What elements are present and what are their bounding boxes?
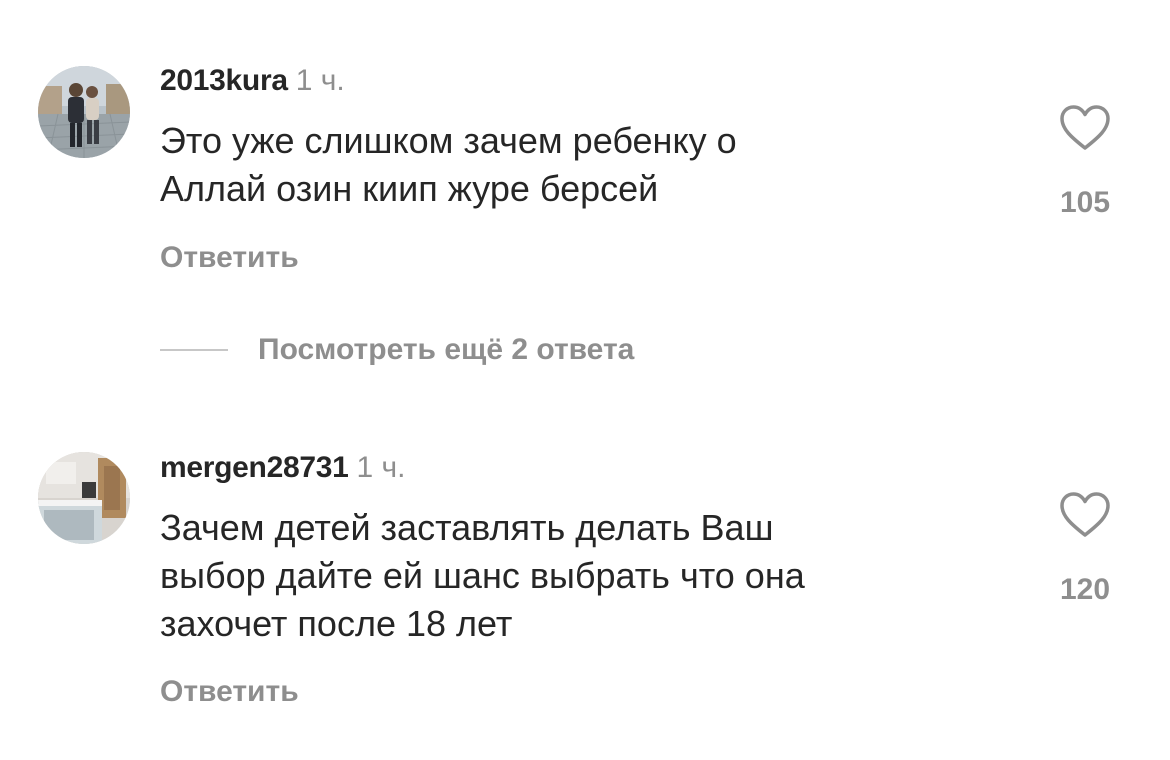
reply-button[interactable]: Ответить xyxy=(160,674,299,710)
timestamp: 1 ч. xyxy=(295,64,345,97)
comment-text-line: Аллай озин киип журе берсей xyxy=(160,168,659,209)
username[interactable]: 2013kura xyxy=(160,64,288,97)
heart-outline-icon[interactable] xyxy=(1059,491,1111,539)
comment-meta: mergen28731 1 ч. xyxy=(160,450,405,486)
timestamp: 1 ч. xyxy=(356,451,406,484)
comment-text: Зачем детей заставлять делать Ваш выбор … xyxy=(160,504,1020,648)
comment-text-line: выбор дайте ей шанс выбрать что она xyxy=(160,555,805,596)
comment-text: Это уже слишком зачем ребенку о Аллай оз… xyxy=(160,117,1020,213)
comment-meta: 2013kura 1 ч. xyxy=(160,63,345,99)
comment-text-line: захочет после 18 лет xyxy=(160,603,513,644)
avatar[interactable] xyxy=(38,66,130,158)
username[interactable]: mergen28731 xyxy=(160,451,349,484)
avatar[interactable] xyxy=(38,452,130,544)
comment-text-line: Это уже слишком зачем ребенку о xyxy=(160,120,737,161)
view-replies-button[interactable]: Посмотреть ещё 2 ответа xyxy=(160,330,634,370)
like-count: 120 xyxy=(1059,573,1111,606)
comment-text-line: Зачем детей заставлять делать Ваш xyxy=(160,507,774,548)
view-replies-label: Посмотреть ещё 2 ответа xyxy=(258,333,635,366)
reply-button[interactable]: Ответить xyxy=(160,240,299,276)
like-count: 105 xyxy=(1059,186,1111,219)
like-control: 105 xyxy=(1050,104,1120,221)
heart-outline-icon[interactable] xyxy=(1059,104,1111,152)
like-control: 120 xyxy=(1050,491,1120,608)
divider-line xyxy=(160,349,228,351)
